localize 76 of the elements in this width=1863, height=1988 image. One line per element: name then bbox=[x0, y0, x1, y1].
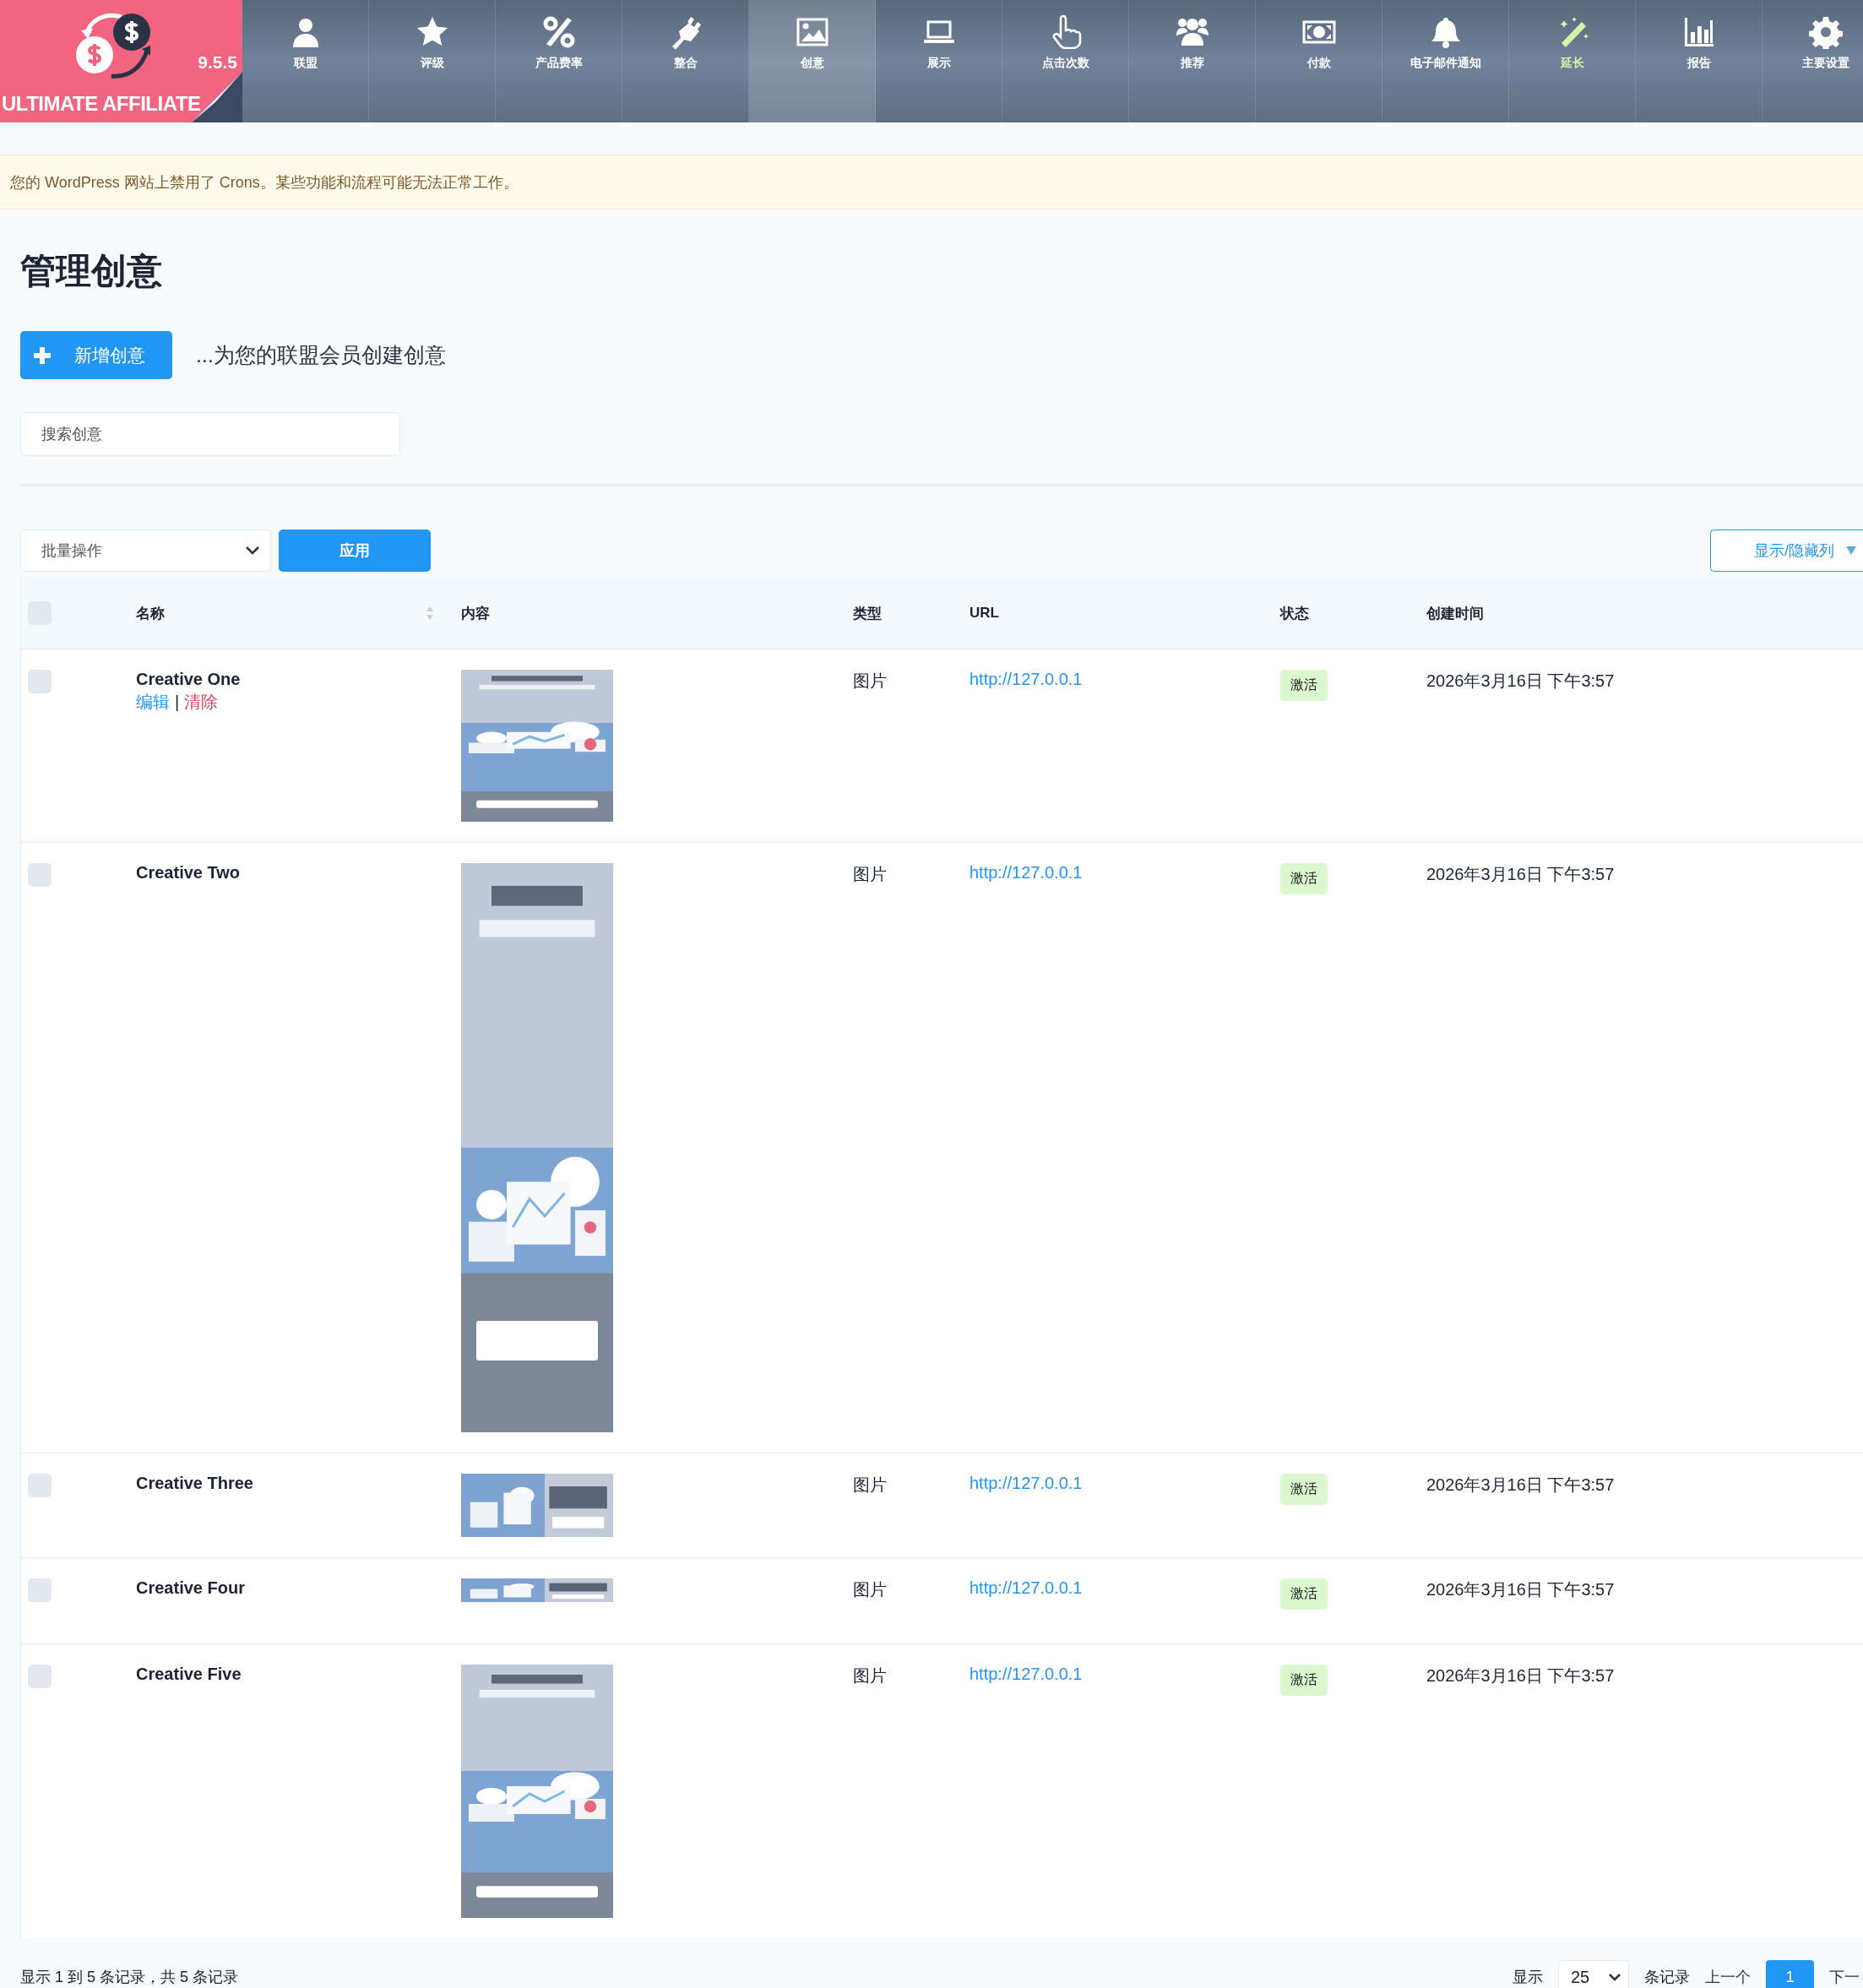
nav-tab[interactable]: 整合 bbox=[622, 0, 749, 122]
page-size-select[interactable]: 25 bbox=[1558, 1960, 1629, 1988]
version-label: 9.5.5 bbox=[198, 52, 237, 73]
url-link[interactable]: http://127.0.0.1 bbox=[970, 1665, 1083, 1683]
status-badge: 激活 bbox=[1280, 670, 1328, 701]
records-summary: 显示 1 到 5 条记录，共 5 条记录 bbox=[20, 1968, 239, 1987]
nav-tab[interactable]: 展示 bbox=[876, 0, 1002, 122]
url-link[interactable]: http://127.0.0.1 bbox=[970, 1578, 1083, 1597]
nav-tab[interactable]: 推荐 bbox=[1129, 0, 1256, 122]
nav-tab[interactable]: 电子邮件通知 bbox=[1382, 0, 1509, 122]
search-field[interactable]: 搜索创意 bbox=[20, 412, 400, 456]
page-title: 管理创意 bbox=[20, 250, 163, 292]
checkbox[interactable] bbox=[28, 1474, 52, 1497]
creative-name: Creative Five bbox=[136, 1665, 242, 1684]
nav-tab[interactable]: 点击次数 bbox=[1002, 0, 1129, 122]
table-cell: 图片 bbox=[853, 1475, 887, 1494]
creative-name: Creative One bbox=[136, 670, 241, 689]
column-header: 状态 bbox=[1280, 604, 1310, 623]
url-link[interactable]: http://127.0.0.1 bbox=[970, 863, 1083, 882]
status-badge: 激活 bbox=[1280, 1578, 1328, 1610]
column-header: 内容 bbox=[461, 604, 491, 623]
records-label: 条记录 bbox=[1644, 1968, 1690, 1987]
add-creative-button[interactable]: 新增创意 bbox=[20, 331, 172, 379]
triangle-down-icon bbox=[1846, 546, 1856, 555]
plus-icon bbox=[34, 346, 51, 364]
bulk-action-select[interactable]: 批量操作 bbox=[20, 530, 271, 572]
table-cell: 2026年3月16日 下午3:57 bbox=[1426, 865, 1615, 883]
chevron-down-icon bbox=[1608, 1973, 1621, 1981]
column-header[interactable]: 名称 bbox=[136, 578, 441, 649]
separator: | bbox=[175, 693, 180, 711]
apply-button[interactable]: 应用 bbox=[279, 530, 431, 572]
table-cell: 2026年3月16日 下午3:57 bbox=[1426, 1666, 1615, 1685]
nav-tab[interactable]: 主要设置 bbox=[1763, 0, 1863, 122]
table-cell: 2026年3月16日 下午3:57 bbox=[1426, 1475, 1615, 1494]
warning-notice: 您的 WordPress 网站上禁用了 Crons。某些功能和流程可能无法正常工作。 bbox=[0, 155, 1863, 209]
logo-text: ULTIMATE AFFILIATE bbox=[2, 92, 201, 116]
column-header: 类型 bbox=[853, 604, 883, 623]
nav-tab[interactable]: 付款 bbox=[1256, 0, 1382, 122]
table-cell: 2026年3月16日 下午3:57 bbox=[1426, 1580, 1615, 1599]
table-cell: 图片 bbox=[853, 1666, 887, 1685]
status-badge: 激活 bbox=[1280, 863, 1328, 894]
nav-tab[interactable]: 产品费率 bbox=[496, 0, 622, 122]
nav-tab[interactable]: 联盟 bbox=[242, 0, 369, 122]
next-link[interactable]: 下一 bbox=[1829, 1967, 1860, 1987]
nav-tab[interactable]: 评级 bbox=[369, 0, 496, 122]
table-cell: 2026年3月16日 下午3:57 bbox=[1426, 671, 1615, 690]
column-header: URL bbox=[970, 604, 1000, 622]
page-button[interactable]: 1 bbox=[1766, 1960, 1814, 1988]
creative-name: Creative Four bbox=[136, 1578, 245, 1598]
edit-link[interactable]: 编辑 bbox=[136, 693, 170, 711]
delete-link[interactable]: 清除 bbox=[184, 693, 219, 711]
chevron-down-icon bbox=[245, 546, 260, 556]
table-cell: 图片 bbox=[853, 671, 887, 690]
url-link[interactable]: http://127.0.0.1 bbox=[970, 1474, 1083, 1492]
checkbox[interactable] bbox=[28, 1665, 52, 1688]
gear-icon bbox=[1808, 15, 1843, 49]
previous-link[interactable]: 上一个 bbox=[1705, 1967, 1751, 1987]
percent-icon bbox=[541, 15, 576, 49]
creative-name: Creative Three bbox=[136, 1474, 253, 1493]
show-hide-columns-button[interactable]: 显示/隐藏列 bbox=[1710, 530, 1863, 572]
nav-tab[interactable]: 延长 bbox=[1509, 0, 1636, 122]
creative-name: Creative Two bbox=[136, 863, 240, 883]
checkbox[interactable] bbox=[28, 863, 52, 887]
table-cell: 图片 bbox=[853, 865, 887, 883]
sort-icon[interactable] bbox=[426, 606, 434, 621]
url-link[interactable]: http://127.0.0.1 bbox=[970, 670, 1083, 688]
column-header: 创建时间 bbox=[1426, 604, 1485, 623]
checkbox[interactable] bbox=[28, 670, 52, 693]
nav-tab[interactable]: 报告 bbox=[1636, 0, 1763, 122]
checkbox[interactable] bbox=[28, 1578, 52, 1602]
status-badge: 激活 bbox=[1280, 1665, 1328, 1696]
table-cell: 图片 bbox=[853, 1580, 887, 1599]
show-label: 显示 bbox=[1513, 1968, 1543, 1987]
nav-tab[interactable]: 创意 bbox=[749, 0, 876, 122]
hint-text: ...为您的联盟会员创建创意 bbox=[196, 342, 446, 368]
status-badge: 激活 bbox=[1280, 1474, 1328, 1505]
